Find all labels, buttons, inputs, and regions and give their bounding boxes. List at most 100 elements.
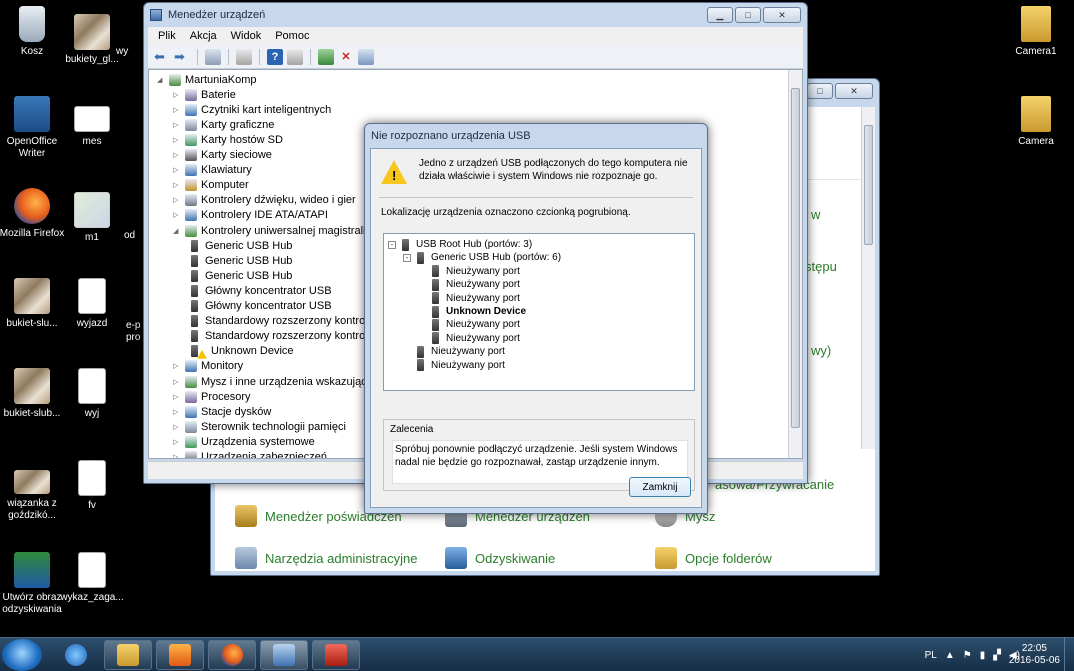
control-panel-link[interactable]: stępu bbox=[805, 259, 837, 274]
desktop-icon-file[interactable]: mes bbox=[54, 106, 130, 148]
desktop-icon-folder-camera1[interactable]: Camera1 bbox=[998, 6, 1074, 58]
usb-tree-item-unknown-device[interactable]: Unknown Device bbox=[418, 305, 526, 318]
usb-tree-item[interactable]: - Generic USB Hub (portów: 6) bbox=[403, 251, 561, 264]
expand-arrow-icon[interactable]: ▷ bbox=[173, 136, 181, 144]
collapse-arrow-icon[interactable]: ◢ bbox=[157, 76, 165, 84]
desktop-icon-file[interactable]: wyj bbox=[54, 368, 130, 420]
tree-item[interactable]: ▷ Czytniki kart inteligentnych bbox=[173, 102, 331, 117]
expand-arrow-icon[interactable]: ▷ bbox=[173, 408, 181, 416]
usb-tree-item[interactable]: Nieużywany port bbox=[418, 332, 520, 345]
tree-item[interactable]: ▷ Komputer bbox=[173, 178, 249, 193]
tree-item[interactable]: ▷ Karty hostów SD bbox=[173, 132, 283, 147]
taskbar-media-player[interactable] bbox=[156, 640, 204, 670]
show-desktop-button[interactable] bbox=[1064, 638, 1074, 671]
cp-item-administrative-tools[interactable]: Narzędzia administracyjne bbox=[235, 547, 417, 569]
help-icon[interactable]: ? bbox=[267, 48, 283, 65]
desktop-icon-file[interactable]: m1 bbox=[54, 192, 130, 244]
expand-arrow-icon[interactable]: ▷ bbox=[173, 438, 181, 446]
tree-item[interactable]: ▷ Procesory bbox=[173, 389, 251, 404]
expand-arrow-icon[interactable]: ▷ bbox=[173, 453, 181, 458]
vertical-scrollbar[interactable] bbox=[861, 107, 875, 449]
taskbar-toolbox[interactable] bbox=[312, 640, 360, 670]
expand-arrow-icon[interactable]: ▷ bbox=[173, 378, 181, 386]
tree-item[interactable]: ▷ Klawiatury bbox=[173, 163, 252, 178]
usb-tree-item[interactable]: Nieużywany port bbox=[418, 318, 520, 331]
tree-item[interactable]: ▷ Stacje dysków bbox=[173, 404, 271, 419]
taskbar-explorer[interactable] bbox=[104, 640, 152, 670]
desktop-icon-file[interactable]: wyjazd bbox=[54, 278, 130, 330]
usb-tree-item[interactable]: - USB Root Hub (portów: 3) bbox=[388, 238, 532, 251]
tree-item[interactable]: ▷ Kontrolery dźwięku, wideo i gier bbox=[173, 193, 356, 208]
usb-tree-item[interactable]: Nieużywany port bbox=[418, 265, 520, 278]
tree-item[interactable]: ▷ Karty sieciowe bbox=[173, 148, 272, 163]
tree-item[interactable]: ▷ Mysz i inne urządzenia wskazujące bbox=[173, 374, 373, 389]
control-panel-link[interactable]: w bbox=[811, 207, 820, 222]
tree-item[interactable]: Generic USB Hub bbox=[189, 253, 292, 268]
usb-not-recognized-dialog[interactable]: Nie rozpoznano urządzenia USB ! Jedno z … bbox=[364, 123, 708, 514]
tree-item[interactable]: ▷ Baterie bbox=[173, 87, 236, 102]
dialog-titlebar[interactable]: Nie rozpoznano urządzenia USB bbox=[365, 124, 707, 148]
maximize-button[interactable]: □ bbox=[735, 7, 761, 23]
forward-arrow-icon[interactable]: ➡ bbox=[174, 49, 190, 65]
language-indicator[interactable]: PL bbox=[925, 650, 937, 661]
properties-icon[interactable] bbox=[236, 48, 252, 65]
taskbar-control-panel[interactable] bbox=[260, 640, 308, 670]
action-center-icon[interactable]: ⚑ bbox=[963, 650, 972, 661]
update-driver-icon[interactable] bbox=[318, 48, 334, 65]
scrollbar-thumb[interactable] bbox=[864, 125, 873, 245]
desktop-icon-file[interactable]: bukiety_gl... bbox=[54, 14, 130, 66]
taskbar-firefox[interactable] bbox=[208, 640, 256, 670]
expand-arrow-icon[interactable]: ▷ bbox=[173, 166, 181, 174]
expand-arrow-icon[interactable]: ▷ bbox=[173, 181, 181, 189]
collapse-icon[interactable]: - bbox=[403, 253, 411, 262]
tray-expand-icon[interactable]: ▲ bbox=[945, 650, 955, 661]
scrollbar-thumb[interactable] bbox=[791, 88, 800, 428]
collapse-icon[interactable]: - bbox=[388, 240, 396, 249]
expand-arrow-icon[interactable]: ▷ bbox=[173, 211, 181, 219]
tree-item[interactable]: Generic USB Hub bbox=[189, 238, 292, 253]
expand-arrow-icon[interactable]: ▷ bbox=[173, 91, 181, 99]
expand-arrow-icon[interactable]: ▷ bbox=[173, 121, 181, 129]
scan-hardware-icon[interactable] bbox=[358, 48, 374, 65]
close-button[interactable]: ✕ bbox=[835, 83, 873, 99]
usb-tree-item[interactable]: Nieużywany port bbox=[418, 292, 520, 305]
maximize-button[interactable]: □ bbox=[807, 83, 833, 99]
control-panel-link[interactable]: wy) bbox=[811, 343, 831, 358]
tree-item[interactable]: ▷ Monitory bbox=[173, 359, 243, 374]
tree-item[interactable]: ▷ Urządzenia systemowe bbox=[173, 434, 315, 449]
usb-tree-item[interactable]: Nieużywany port bbox=[418, 278, 520, 291]
tree-item[interactable]: ◢ Kontrolery uniwersalnej magistrali sz bbox=[173, 223, 380, 238]
vertical-scrollbar[interactable] bbox=[788, 70, 802, 458]
close-dialog-button[interactable]: Zamknij bbox=[629, 477, 691, 497]
tree-item[interactable]: ▷ Karty graficzne bbox=[173, 117, 274, 132]
tree-item[interactable]: ◢ MartuniaKomp bbox=[157, 72, 257, 87]
menu-help[interactable]: Pomoc bbox=[275, 30, 309, 42]
tree-item[interactable]: Standardowy rozszerzony kontrol bbox=[189, 329, 368, 344]
cp-item-recovery[interactable]: Odzyskiwanie bbox=[445, 547, 555, 569]
desktop-icon-file[interactable]: wy bbox=[116, 46, 146, 58]
desktop-icon-file[interactable]: fv bbox=[54, 460, 130, 512]
collapse-arrow-icon[interactable]: ◢ bbox=[173, 227, 181, 235]
network-icon[interactable]: ▞ bbox=[993, 650, 1001, 661]
usb-tree-item[interactable]: Nieużywany port bbox=[403, 345, 505, 358]
close-button[interactable]: ✕ bbox=[763, 7, 801, 23]
tree-item[interactable]: Główny koncentrator USB bbox=[189, 299, 332, 314]
expand-arrow-icon[interactable]: ▷ bbox=[173, 393, 181, 401]
tree-item[interactable]: Standardowy rozszerzony kontrol bbox=[189, 314, 368, 329]
menu-action[interactable]: Akcja bbox=[190, 30, 217, 42]
view-icon[interactable] bbox=[287, 48, 303, 65]
show-hide-tree-icon[interactable] bbox=[205, 48, 221, 65]
tree-item[interactable]: ▷ Sterownik technologii pamięci bbox=[173, 419, 346, 434]
uninstall-icon[interactable]: ✕ bbox=[338, 49, 354, 65]
expand-arrow-icon[interactable]: ▷ bbox=[173, 362, 181, 370]
tree-item[interactable]: ▷ Urządzenia zabezpieczeń bbox=[173, 450, 327, 458]
taskbar-ie[interactable] bbox=[52, 640, 100, 670]
expand-arrow-icon[interactable]: ▷ bbox=[173, 106, 181, 114]
tree-item[interactable]: Generic USB Hub bbox=[189, 268, 292, 283]
expand-arrow-icon[interactable]: ▷ bbox=[173, 151, 181, 159]
device-manager-titlebar[interactable]: Menedżer urządzeń ▁ □ ✕ bbox=[144, 3, 807, 27]
minimize-button[interactable]: ▁ bbox=[707, 7, 733, 23]
menu-file[interactable]: Plik bbox=[158, 30, 176, 42]
expand-arrow-icon[interactable]: ▷ bbox=[173, 423, 181, 431]
usb-tree-item[interactable]: Nieużywany port bbox=[403, 359, 505, 372]
